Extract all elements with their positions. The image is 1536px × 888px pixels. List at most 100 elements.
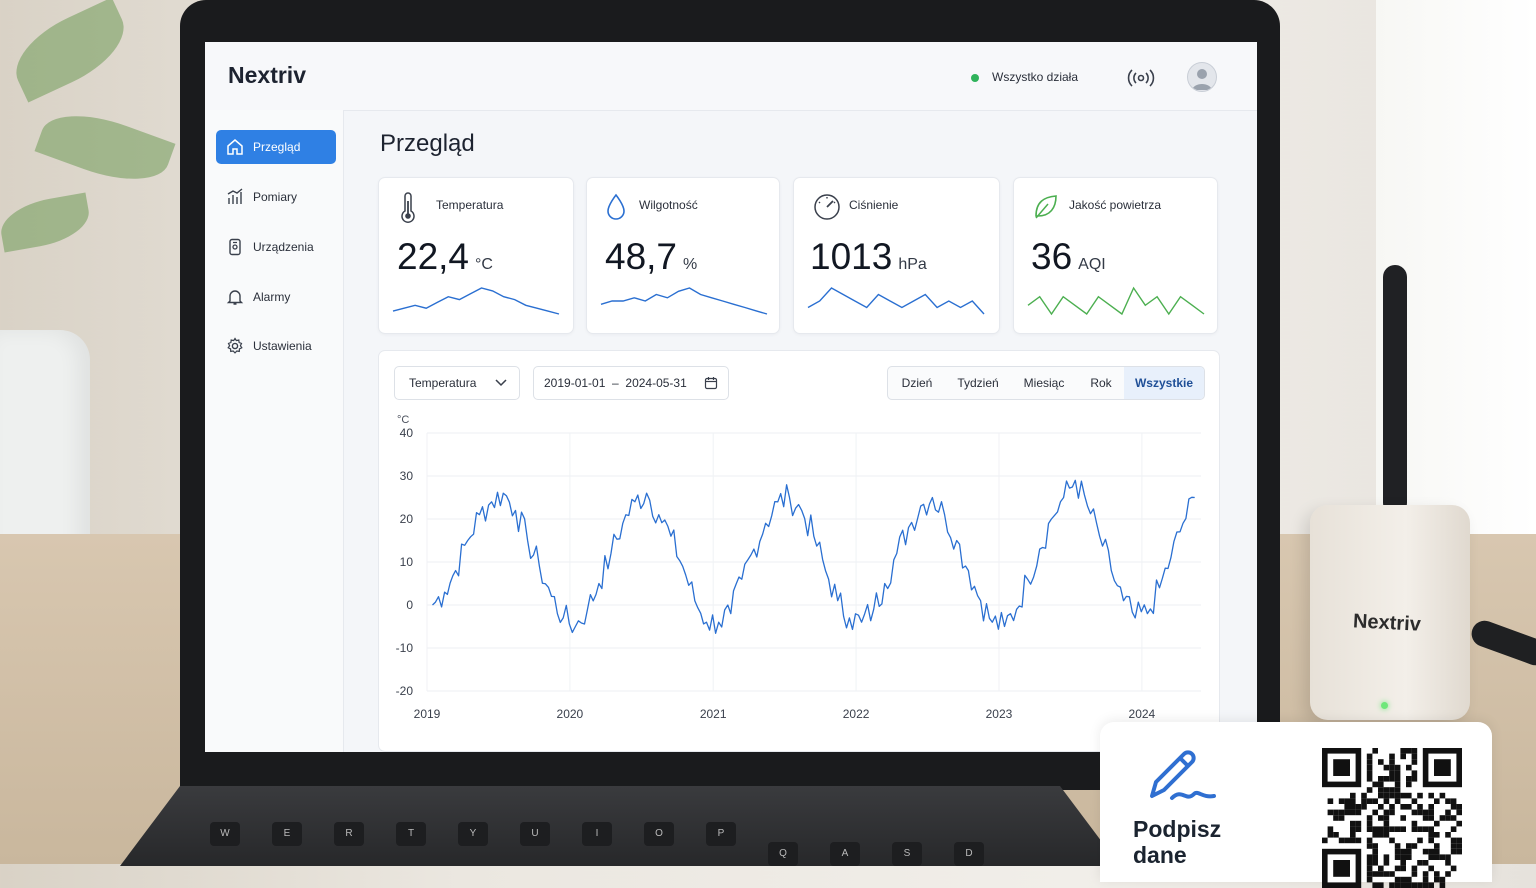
qr-module bbox=[1350, 798, 1356, 804]
qr-module bbox=[1406, 854, 1412, 860]
qr-module bbox=[1406, 848, 1412, 855]
sidebar-item-alarmy[interactable]: Alarmy bbox=[216, 280, 336, 314]
qr-module bbox=[1456, 837, 1462, 844]
qr-module bbox=[1406, 876, 1412, 883]
calendar-icon bbox=[704, 377, 718, 390]
card-title: Jakość powietrza bbox=[1069, 198, 1162, 212]
qr-module bbox=[1366, 854, 1373, 860]
qr-module bbox=[1378, 832, 1384, 838]
qr-module bbox=[1434, 854, 1440, 860]
date-range-picker[interactable]: 2019-01-01 – 2024-05-31 bbox=[533, 366, 729, 400]
x-tick-label: 2023 bbox=[986, 707, 1013, 721]
sidebar-item-przeglad[interactable]: Przegląd bbox=[216, 130, 336, 164]
device-antenna bbox=[1383, 265, 1407, 515]
range-button-month[interactable]: Miesiąc bbox=[1010, 367, 1078, 399]
qr-module bbox=[1394, 776, 1401, 782]
qr-module bbox=[1378, 804, 1384, 810]
metric-card-temperature[interactable]: Temperatura 22,4 °C bbox=[378, 177, 574, 334]
y-tick-label: 30 bbox=[400, 469, 414, 483]
sidebar-item-pomiary[interactable]: Pomiary bbox=[216, 180, 336, 214]
keyboard-key: Y bbox=[458, 822, 488, 846]
range-button-year[interactable]: Rok bbox=[1078, 367, 1124, 399]
qr-module bbox=[1350, 826, 1356, 832]
qr-module bbox=[1389, 882, 1395, 888]
time-range-selector: Dzień Tydzień Miesiąc Rok Wszystkie bbox=[887, 366, 1205, 400]
range-button-day[interactable]: Dzień bbox=[888, 367, 946, 399]
sign-data-overlay[interactable]: Podpisz dane bbox=[1100, 722, 1492, 888]
qr-module bbox=[1383, 860, 1390, 866]
qr-module bbox=[1350, 837, 1356, 844]
qr-module bbox=[1372, 860, 1378, 866]
qr-module bbox=[1445, 832, 1451, 838]
sidebar-item-ustawienia[interactable]: Ustawienia bbox=[216, 329, 336, 363]
y-tick-label: 10 bbox=[400, 555, 414, 569]
y-tick-label: 0 bbox=[406, 598, 413, 612]
qr-module bbox=[1389, 826, 1395, 832]
user-avatar[interactable] bbox=[1187, 62, 1217, 92]
x-tick-label: 2020 bbox=[557, 707, 584, 721]
keyboard-key: A bbox=[830, 842, 860, 866]
qr-module bbox=[1355, 820, 1362, 827]
qr-module bbox=[1383, 871, 1390, 877]
qr-module bbox=[1383, 815, 1390, 821]
card-unit: °C bbox=[475, 256, 493, 273]
app-brand: Nextriv bbox=[228, 62, 306, 88]
qr-module bbox=[1327, 809, 1334, 816]
qr-module bbox=[1394, 848, 1401, 855]
keyboard-key: R bbox=[334, 822, 364, 846]
thermometer-icon bbox=[401, 192, 415, 223]
qr-module bbox=[1422, 848, 1429, 855]
keyboard-key: O bbox=[644, 822, 674, 846]
y-tick-label: -10 bbox=[396, 641, 414, 655]
broadcast-icon[interactable] bbox=[1127, 66, 1155, 90]
card-unit: AQI bbox=[1078, 256, 1106, 273]
card-value: 36 AQI bbox=[1031, 236, 1106, 277]
sparkline-path bbox=[1027, 286, 1205, 316]
keyboard-key: D bbox=[954, 842, 984, 866]
qr-module bbox=[1422, 871, 1429, 877]
qr-module bbox=[1428, 815, 1434, 821]
metric-card-humidity[interactable]: Wilgotność 48,7% bbox=[586, 177, 780, 334]
qr-module bbox=[1394, 826, 1401, 832]
qr-module bbox=[1422, 860, 1429, 866]
range-button-all[interactable]: Wszystkie bbox=[1124, 367, 1204, 399]
plant-leaf bbox=[2, 0, 138, 103]
qr-module bbox=[1378, 759, 1384, 765]
metric-card-pressure[interactable]: Ciśnienie 1013 hPa bbox=[793, 177, 1000, 334]
metric-card-air-quality[interactable]: Jakość powietrza 36 AQI bbox=[1013, 177, 1218, 334]
sidebar: Przegląd Pomiary Urządzenia Alarmy Ustaw… bbox=[205, 110, 344, 752]
temperature-line-chart: °C40 30 20 10 0 -10 -202019 2020 2021 2022 2023 202… bbox=[396, 414, 1201, 721]
qr-module bbox=[1366, 764, 1373, 771]
qr-module bbox=[1439, 854, 1446, 860]
qr-module bbox=[1428, 804, 1434, 810]
range-button-week[interactable]: Tydzień bbox=[946, 367, 1010, 399]
qr-module bbox=[1350, 809, 1356, 816]
device-label: Nextriv bbox=[1352, 610, 1422, 636]
sidebar-item-urzadzenia[interactable]: Urządzenia bbox=[216, 230, 336, 264]
qr-module bbox=[1327, 832, 1334, 838]
qr-module bbox=[1428, 837, 1434, 844]
keyboard-key: Q bbox=[768, 842, 798, 866]
qr-module bbox=[1366, 815, 1373, 821]
qr-module bbox=[1344, 837, 1350, 844]
qr-code-icon[interactable] bbox=[1322, 748, 1462, 888]
qr-module bbox=[1417, 792, 1423, 799]
qr-module bbox=[1372, 748, 1378, 754]
qr-module bbox=[1344, 804, 1350, 810]
qr-module bbox=[1439, 882, 1446, 888]
qr-module bbox=[1400, 753, 1406, 760]
qr-module bbox=[1411, 809, 1418, 816]
qr-module bbox=[1400, 865, 1406, 872]
home-icon bbox=[227, 139, 243, 155]
card-value: 1013 hPa bbox=[810, 236, 927, 277]
qr-module bbox=[1456, 843, 1462, 849]
qr-module bbox=[1389, 837, 1395, 844]
qr-module bbox=[1406, 792, 1412, 799]
qr-module bbox=[1378, 792, 1384, 799]
qr-module bbox=[1366, 770, 1373, 776]
metric-select[interactable]: Temperatura bbox=[394, 366, 520, 400]
qr-module bbox=[1456, 804, 1462, 810]
card-value: 48,7% bbox=[605, 236, 698, 277]
qr-module bbox=[1394, 770, 1401, 776]
qr-module bbox=[1417, 826, 1423, 832]
